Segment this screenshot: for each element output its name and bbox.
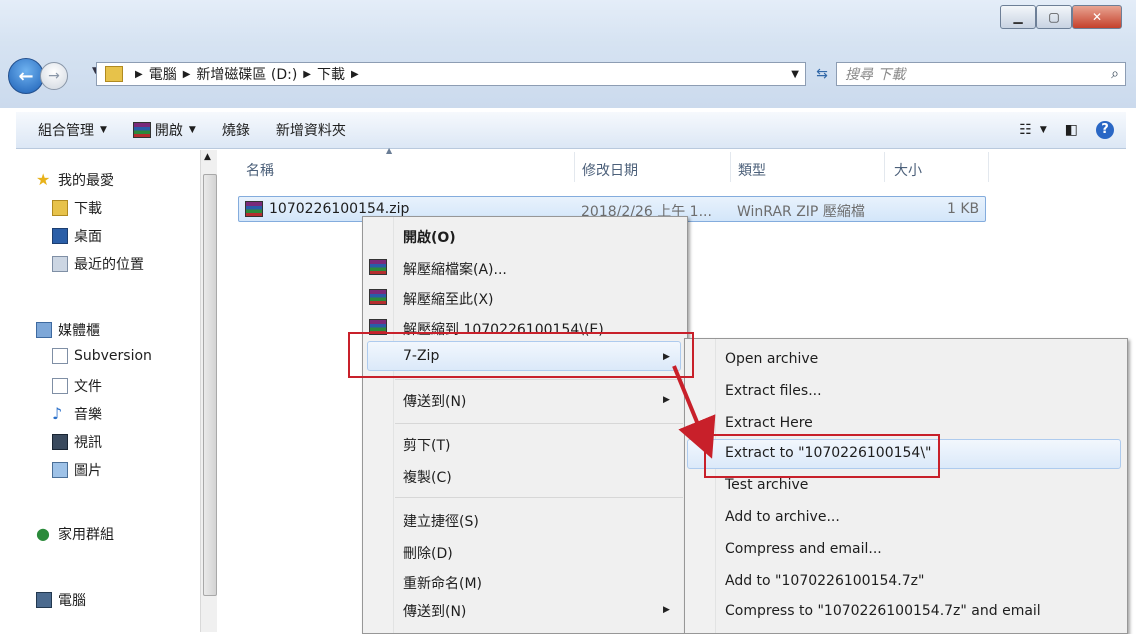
annotation-arrow-icon	[672, 365, 716, 459]
